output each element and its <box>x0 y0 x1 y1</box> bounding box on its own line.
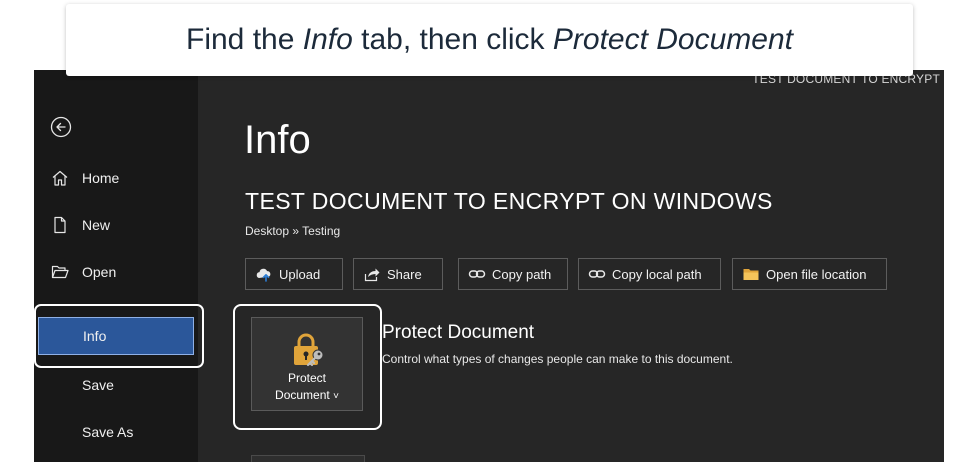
page-title: Info <box>244 118 311 162</box>
folder-icon <box>742 265 760 283</box>
back-arrow-icon[interactable] <box>50 116 72 138</box>
lock-key-icon <box>294 333 324 367</box>
sidebar-item-label: Save As <box>82 424 134 440</box>
instruction-button-name: Protect Document <box>552 23 793 56</box>
copy-local-path-button[interactable]: Copy local path <box>578 258 721 290</box>
sidebar-item-info[interactable]: Info <box>38 317 194 355</box>
cloud-upload-icon <box>255 265 273 283</box>
copy-local-path-label: Copy local path <box>612 266 702 282</box>
share-button[interactable]: Share <box>353 258 443 290</box>
backstage-sidebar: Home New Open Info Save Save As <box>34 70 198 462</box>
upload-button[interactable]: Upload <box>245 258 343 290</box>
sidebar-item-home[interactable]: Home <box>34 159 198 197</box>
home-icon <box>50 168 70 188</box>
share-icon <box>363 265 381 283</box>
sidebar-item-save[interactable]: Save <box>34 366 198 404</box>
instruction-callout: Find the Info tab, then click Protect Do… <box>66 4 913 76</box>
open-file-location-button[interactable]: Open file location <box>732 258 887 290</box>
protect-tile-label: Protect <box>287 371 326 385</box>
protect-description: Control what types of changes people can… <box>382 352 733 366</box>
instruction-text: Find the Info tab, then click Protect Do… <box>186 23 793 56</box>
protect-heading: Protect Document <box>382 322 535 343</box>
document-name: TEST DOCUMENT TO ENCRYPT ON WINDOWS <box>245 188 773 214</box>
copy-path-label: Copy path <box>492 266 552 282</box>
sidebar-item-label: Open <box>82 264 117 280</box>
open-file-location-label: Open file location <box>766 266 867 282</box>
copy-path-button[interactable]: Copy path <box>458 258 568 290</box>
document-path: Desktop » Testing <box>245 224 341 238</box>
sidebar-item-label: Info <box>83 328 107 344</box>
sidebar-item-label: New <box>82 217 111 233</box>
upload-label: Upload <box>279 266 321 282</box>
new-document-icon <box>50 215 70 235</box>
sidebar-item-label: Home <box>82 170 120 186</box>
sidebar-item-new[interactable]: New <box>34 206 198 244</box>
instruction-tab-name: Info <box>302 23 353 56</box>
folder-open-icon <box>50 262 70 282</box>
sidebar-item-save-as[interactable]: Save As <box>34 413 198 451</box>
share-label: Share <box>387 266 422 282</box>
word-backstage-window: TEST DOCUMENT TO ENCRYPT Home New Open I… <box>34 70 944 462</box>
protect-tile-sublabel: Document ˅ <box>275 388 339 402</box>
sidebar-item-label: Save <box>82 377 114 393</box>
protect-document-button[interactable]: Protect Document ˅ <box>251 317 363 411</box>
chevron-down-icon: ˅ <box>333 391 339 402</box>
link-icon <box>468 265 486 283</box>
link-icon <box>588 265 606 283</box>
sidebar-item-open[interactable]: Open <box>34 253 198 291</box>
next-tile-partial <box>251 455 365 462</box>
